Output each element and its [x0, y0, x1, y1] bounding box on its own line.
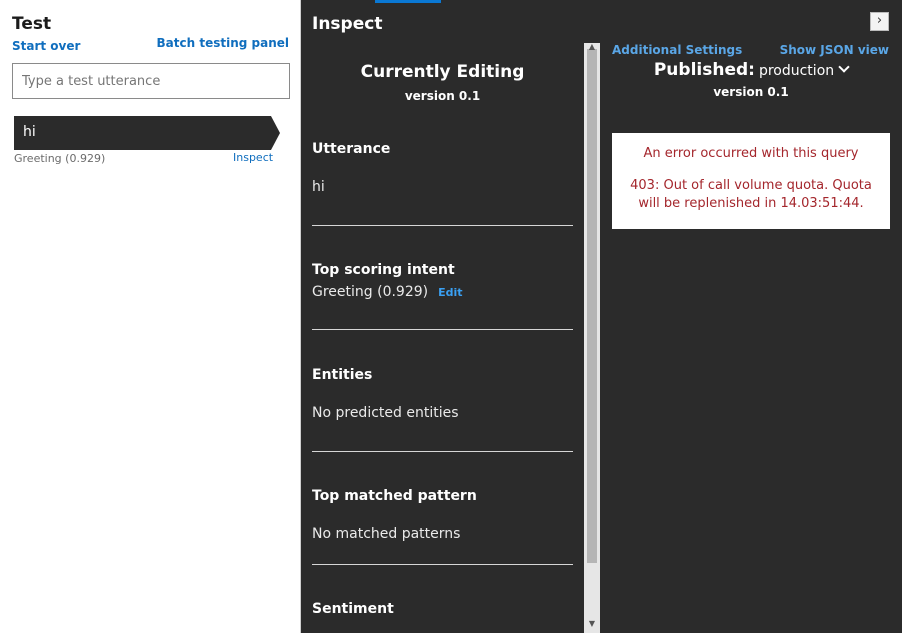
- active-tab-indicator: [375, 0, 441, 3]
- chevron-down-icon: [838, 61, 850, 73]
- additional-settings-link[interactable]: Additional Settings: [612, 43, 742, 57]
- result-utterance: hi: [23, 124, 36, 140]
- utterance-section: Utterance hi: [312, 141, 573, 195]
- edit-intent-link[interactable]: Edit: [438, 286, 462, 299]
- section-divider: [312, 451, 573, 452]
- inspect-title: Inspect: [312, 14, 383, 34]
- currently-editing-version: version 0.1: [404, 89, 481, 103]
- start-over-link[interactable]: Start over: [12, 39, 80, 53]
- collapse-panel-button[interactable]: ›: [870, 12, 889, 31]
- test-utterance-input[interactable]: [12, 63, 290, 99]
- scroll-up-arrow-icon[interactable]: ▲: [584, 42, 600, 52]
- test-panel: Test Start over Batch testing panel hi G…: [0, 0, 301, 633]
- section-divider: [312, 225, 573, 226]
- entities-section-title: Entities: [312, 367, 373, 383]
- scrollbar-thumb[interactable]: [587, 49, 597, 563]
- pattern-section: Top matched pattern No matched patterns: [312, 488, 573, 542]
- published-environment: production: [758, 63, 835, 79]
- top-intent-value: Greeting (0.929): [312, 284, 429, 300]
- result-intent-score: Greeting (0.929): [14, 152, 106, 165]
- sentiment-section-title: Sentiment: [312, 601, 394, 617]
- published-label: Published:: [653, 60, 755, 80]
- utterance-value: hi: [312, 179, 325, 195]
- batch-testing-panel-link[interactable]: Batch testing panel: [157, 36, 289, 50]
- top-intent-row: Greeting (0.929) Edit: [312, 284, 573, 300]
- entities-section: Entities No predicted entities: [312, 367, 573, 421]
- scroll-down-arrow-icon[interactable]: ▼: [584, 618, 600, 630]
- error-message: 403: Out of call volume quota. Quota wil…: [630, 178, 872, 211]
- error-title: An error occurred with this query: [643, 146, 859, 161]
- published-environment-selector[interactable]: Published: production: [612, 60, 890, 80]
- published-version: version 0.1: [713, 85, 789, 99]
- show-json-view-link[interactable]: Show JSON view: [780, 43, 889, 57]
- utterance-section-title: Utterance: [312, 141, 391, 157]
- sentiment-section: Sentiment: [312, 601, 573, 617]
- test-result-item[interactable]: hi: [14, 116, 280, 150]
- pattern-value: No matched patterns: [312, 526, 461, 542]
- test-panel-title: Test: [12, 14, 52, 34]
- query-error-box: An error occurred with this query 403: O…: [612, 133, 890, 229]
- currently-editing-heading: Currently Editing: [360, 62, 525, 82]
- section-divider: [312, 329, 573, 330]
- top-intent-section: Top scoring intent Greeting (0.929) Edit: [312, 262, 573, 300]
- section-divider: [312, 564, 573, 565]
- top-intent-section-title: Top scoring intent: [312, 262, 455, 278]
- inspect-link[interactable]: Inspect: [233, 151, 273, 164]
- entities-value: No predicted entities: [312, 405, 459, 421]
- pattern-section-title: Top matched pattern: [312, 488, 477, 504]
- chevron-right-icon: ›: [876, 13, 883, 28]
